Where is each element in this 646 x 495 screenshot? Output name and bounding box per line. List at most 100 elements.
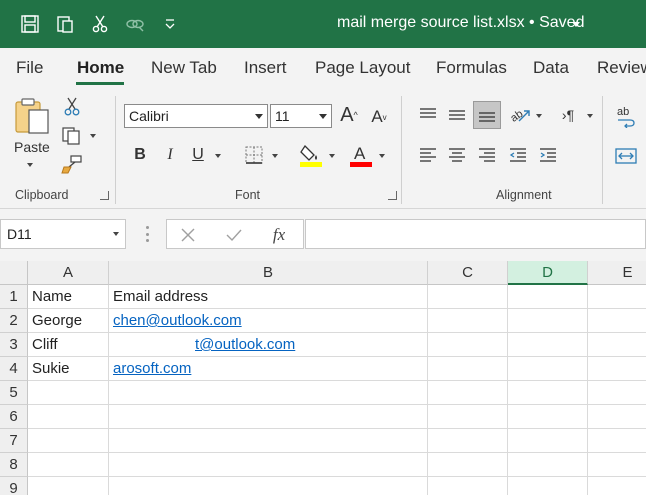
shrink-font-icon[interactable]: Av <box>366 104 392 130</box>
cell-e3[interactable] <box>588 333 646 357</box>
row-header[interactable]: 1 <box>0 285 28 309</box>
cell-a9[interactable] <box>28 477 109 495</box>
cell-e4[interactable] <box>588 357 646 381</box>
cell-c2[interactable] <box>428 309 508 333</box>
cell-a8[interactable] <box>28 453 109 477</box>
customize-icon[interactable] <box>152 0 188 48</box>
column-header-b[interactable]: B <box>109 261 428 285</box>
cut-icon[interactable] <box>82 0 118 48</box>
underline-icon[interactable]: U <box>188 143 208 167</box>
ribbon-cut-icon[interactable] <box>61 96 83 118</box>
cell-c8[interactable] <box>428 453 508 477</box>
cell-b6[interactable] <box>109 405 428 429</box>
cell-d4[interactable] <box>508 357 588 381</box>
cell-b8[interactable] <box>109 453 428 477</box>
save-icon[interactable] <box>12 0 48 48</box>
cell-e5[interactable] <box>588 381 646 405</box>
underline-chevron-down-icon[interactable] <box>215 154 221 158</box>
cell-a5[interactable] <box>28 381 109 405</box>
row-header[interactable]: 8 <box>0 453 28 477</box>
font-name-combo[interactable]: Calibri <box>124 104 268 128</box>
copy-icon[interactable] <box>59 125 85 147</box>
tab-page-layout[interactable]: Page Layout <box>315 58 410 78</box>
clipboard-launcher-icon[interactable] <box>100 191 109 200</box>
tab-home[interactable]: Home <box>77 58 124 78</box>
cell-c5[interactable] <box>428 381 508 405</box>
cell-a4[interactable]: Sukie <box>28 357 109 381</box>
paste-button[interactable]: Paste <box>14 139 50 155</box>
tab-data[interactable]: Data <box>533 58 569 78</box>
column-header-e[interactable]: E <box>588 261 646 285</box>
decrease-indent-icon[interactable] <box>505 143 531 167</box>
bottom-align-icon[interactable] <box>473 101 501 129</box>
font-size-combo[interactable]: 11 <box>270 104 332 128</box>
increase-indent-icon[interactable] <box>535 143 561 167</box>
cell-e9[interactable] <box>588 477 646 495</box>
row-header[interactable]: 4 <box>0 357 28 381</box>
align-left-icon[interactable] <box>415 143 441 167</box>
cell-b7[interactable] <box>109 429 428 453</box>
cell-c9[interactable] <box>428 477 508 495</box>
font-color-chevron-down-icon[interactable] <box>379 154 385 158</box>
font-color-icon[interactable]: A <box>348 141 374 169</box>
orientation-icon[interactable]: ab <box>507 103 533 127</box>
italic-icon[interactable]: I <box>160 143 180 167</box>
chevron-down-icon[interactable] <box>255 114 263 119</box>
email-link[interactable]: arosoft.com <box>113 360 191 377</box>
cell-b2[interactable]: chen@outlook.com <box>109 309 428 333</box>
enter-icon[interactable] <box>223 224 245 246</box>
cell-a3[interactable]: Cliff <box>28 333 109 357</box>
align-right-icon[interactable] <box>474 143 500 167</box>
cell-b5[interactable] <box>109 381 428 405</box>
cell-d3[interactable] <box>508 333 588 357</box>
cell-e6[interactable] <box>588 405 646 429</box>
column-header-c[interactable]: C <box>428 261 508 285</box>
cell-b4[interactable]: arosoft.com <box>109 357 428 381</box>
tab-formulas[interactable]: Formulas <box>436 58 507 78</box>
copy-chevron-down-icon[interactable] <box>90 134 96 138</box>
top-align-icon[interactable] <box>415 103 441 127</box>
cell-a7[interactable] <box>28 429 109 453</box>
column-header-a[interactable]: A <box>28 261 109 285</box>
font-launcher-icon[interactable] <box>388 191 397 200</box>
name-box[interactable]: D11 <box>0 219 126 249</box>
fill-color-chevron-down-icon[interactable] <box>329 154 335 158</box>
email-link[interactable]: t@outlook.com <box>195 336 295 353</box>
grow-font-icon[interactable]: A ^ <box>336 102 362 128</box>
row-header[interactable]: 5 <box>0 381 28 405</box>
fill-color-icon[interactable] <box>298 141 324 169</box>
cell-d5[interactable] <box>508 381 588 405</box>
cell-c1[interactable] <box>428 285 508 309</box>
row-header[interactable]: 2 <box>0 309 28 333</box>
tab-insert[interactable]: Insert <box>244 58 287 78</box>
cell-e8[interactable] <box>588 453 646 477</box>
cell-d9[interactable] <box>508 477 588 495</box>
cell-e1[interactable] <box>588 285 646 309</box>
bold-icon[interactable]: B <box>130 143 150 167</box>
chevron-down-icon[interactable] <box>572 22 580 27</box>
tab-review[interactable]: Review <box>597 58 646 78</box>
select-all-corner[interactable] <box>0 261 28 285</box>
row-header[interactable]: 9 <box>0 477 28 495</box>
cell-d7[interactable] <box>508 429 588 453</box>
cell-b3[interactable]: t@outlook.com <box>109 333 428 357</box>
formula-input[interactable] <box>305 219 646 249</box>
wrap-text-icon[interactable]: ab <box>612 103 640 129</box>
paste-chevron-down-icon[interactable] <box>27 163 33 167</box>
chevron-down-icon[interactable] <box>113 232 119 236</box>
orientation-chevron-down-icon[interactable] <box>536 114 542 118</box>
link-icon[interactable] <box>117 0 153 48</box>
cell-d2[interactable] <box>508 309 588 333</box>
tab-new-tab[interactable]: New Tab <box>151 58 217 78</box>
paragraph-chevron-down-icon[interactable] <box>587 114 593 118</box>
cell-d8[interactable] <box>508 453 588 477</box>
cell-a6[interactable] <box>28 405 109 429</box>
cell-c7[interactable] <box>428 429 508 453</box>
touch-mode-icon[interactable] <box>47 0 83 48</box>
cell-b1[interactable]: Email address <box>109 285 428 309</box>
splitter-handle-icon[interactable] <box>146 226 149 242</box>
cell-b9[interactable] <box>109 477 428 495</box>
insert-function-icon[interactable]: fx <box>267 223 291 247</box>
row-header[interactable]: 3 <box>0 333 28 357</box>
column-header-d[interactable]: D <box>508 261 588 285</box>
